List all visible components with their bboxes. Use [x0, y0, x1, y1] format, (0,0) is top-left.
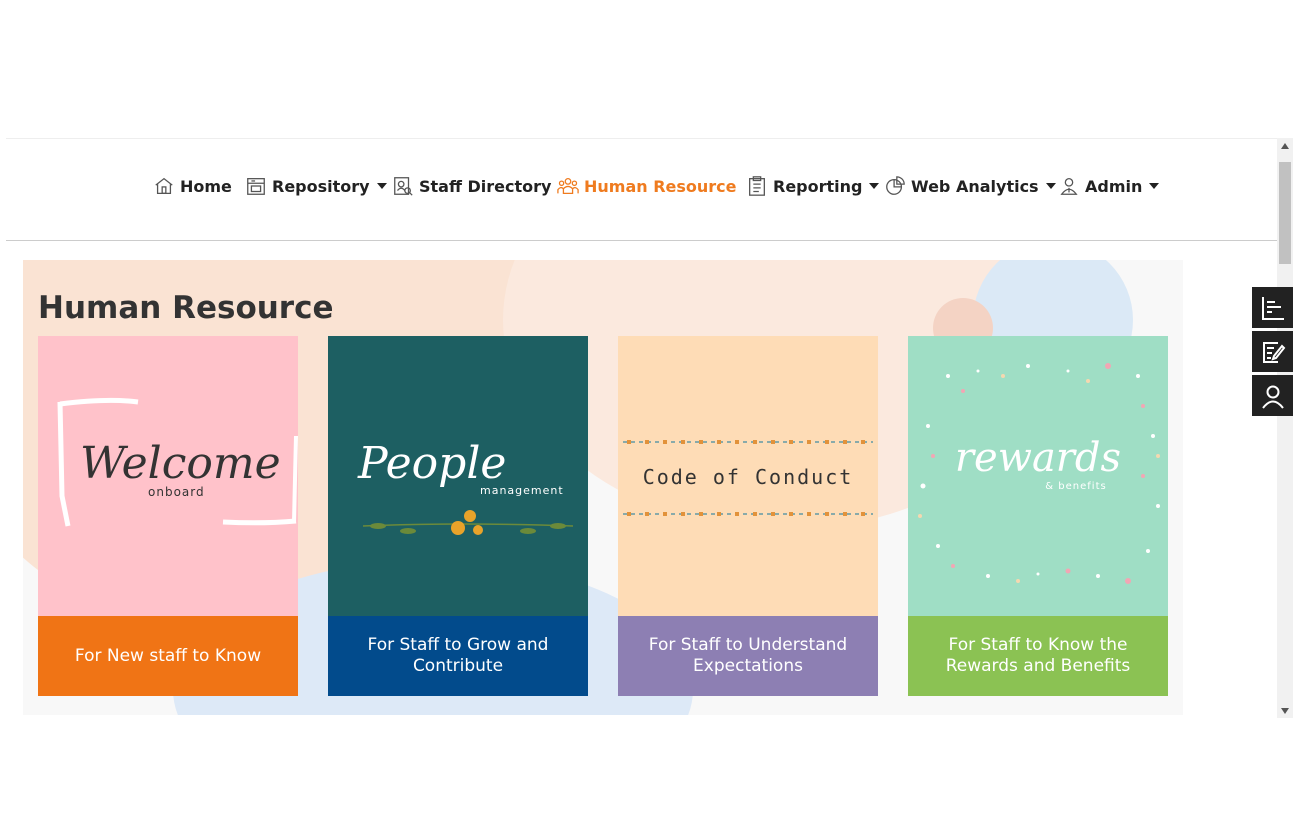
nav-label-reporting: Reporting — [773, 176, 863, 196]
card-caption-text: For Staff to Grow and Contribute — [367, 635, 549, 676]
card-caption-text: For Staff to Know the Rewards and Benefi… — [945, 635, 1131, 676]
card-rewards[interactable]: rewards & benefits For Staff to Know the… — [908, 336, 1168, 696]
chevron-down-icon — [1149, 183, 1160, 189]
clipboard-icon — [749, 176, 765, 196]
nav-item-reporting[interactable]: Reporting — [746, 168, 880, 204]
nav-item-admin[interactable]: Admin — [1058, 168, 1160, 204]
card-caption: For Staff to Grow and Contribute — [328, 616, 588, 696]
nav-label-staff-directory: Staff Directory — [419, 176, 552, 196]
scroll-up-arrow-icon[interactable] — [1281, 143, 1289, 149]
admin-user-icon — [1060, 178, 1078, 195]
scrollbar-thumb[interactable] — [1279, 162, 1291, 264]
card-caption-text: For New staff to Know — [74, 645, 262, 666]
main-nav: Home Repository Staff Directory Human Re… — [0, 168, 1300, 204]
pie-chart-icon — [886, 176, 905, 195]
card-code-of-conduct[interactable]: Code of Conduct For Staff to Understand … — [618, 336, 878, 696]
people-text: People — [357, 438, 506, 489]
card-caption: For Staff to Understand Expectations — [618, 616, 878, 696]
rewards-text: rewards — [955, 435, 1121, 481]
edit-note-icon — [1262, 341, 1285, 363]
rewards-subtext: & benefits — [1045, 481, 1106, 492]
bar-list-icon — [1261, 296, 1284, 320]
welcome-subtext: onboard — [148, 485, 205, 499]
rewards-image: rewards & benefits — [908, 336, 1168, 616]
chevron-down-icon — [869, 183, 880, 189]
side-toolbar — [1252, 287, 1293, 419]
card-people-management[interactable]: People management For Staff to Grow and … — [328, 336, 588, 696]
card-caption: For Staff to Know the Rewards and Benefi… — [908, 616, 1168, 696]
chevron-down-icon — [1045, 183, 1056, 189]
code-of-conduct-text: Code of Conduct — [643, 465, 854, 489]
home-icon — [155, 177, 173, 194]
nav-item-staff-directory[interactable]: Staff Directory — [392, 168, 551, 204]
chevron-down-icon — [376, 183, 387, 189]
welcome-text: Welcome — [80, 438, 281, 489]
nav-divider — [6, 240, 1278, 241]
page-title: Human Resource — [38, 290, 334, 326]
user-profile-icon — [1261, 385, 1284, 409]
nav-label-human-resource: Human Resource — [584, 176, 737, 196]
nav-label-repository: Repository — [272, 176, 370, 196]
top-divider — [6, 138, 1278, 139]
people-subtext: management — [480, 484, 564, 497]
side-tool-edit-note[interactable] — [1252, 331, 1293, 372]
nav-item-repository[interactable]: Repository — [245, 168, 387, 204]
hr-panel: Human Resource Welcome onboard For New s… — [23, 260, 1183, 715]
code-of-conduct-image: Code of Conduct — [618, 336, 878, 616]
card-caption-text: For Staff to Understand Expectations — [648, 635, 848, 676]
nav-label-web-analytics: Web Analytics — [911, 176, 1039, 196]
nav-item-human-resource[interactable]: Human Resource — [557, 168, 737, 204]
card-caption: For New staff to Know — [38, 616, 298, 696]
repository-icon — [247, 178, 265, 195]
card-welcome[interactable]: Welcome onboard For New staff to Know — [38, 336, 298, 696]
nav-item-home[interactable]: Home — [153, 168, 232, 204]
side-tool-user-profile[interactable] — [1252, 375, 1293, 416]
staff-directory-icon — [394, 177, 413, 196]
nav-label-admin: Admin — [1085, 176, 1143, 196]
people-image: People management — [328, 336, 588, 616]
nav-label-home: Home — [180, 176, 232, 196]
people-icon — [557, 178, 579, 194]
welcome-image: Welcome onboard — [38, 336, 298, 616]
side-tool-bar-list[interactable] — [1252, 287, 1293, 328]
nav-item-web-analytics[interactable]: Web Analytics — [884, 168, 1056, 204]
scroll-down-arrow-icon[interactable] — [1281, 708, 1289, 714]
